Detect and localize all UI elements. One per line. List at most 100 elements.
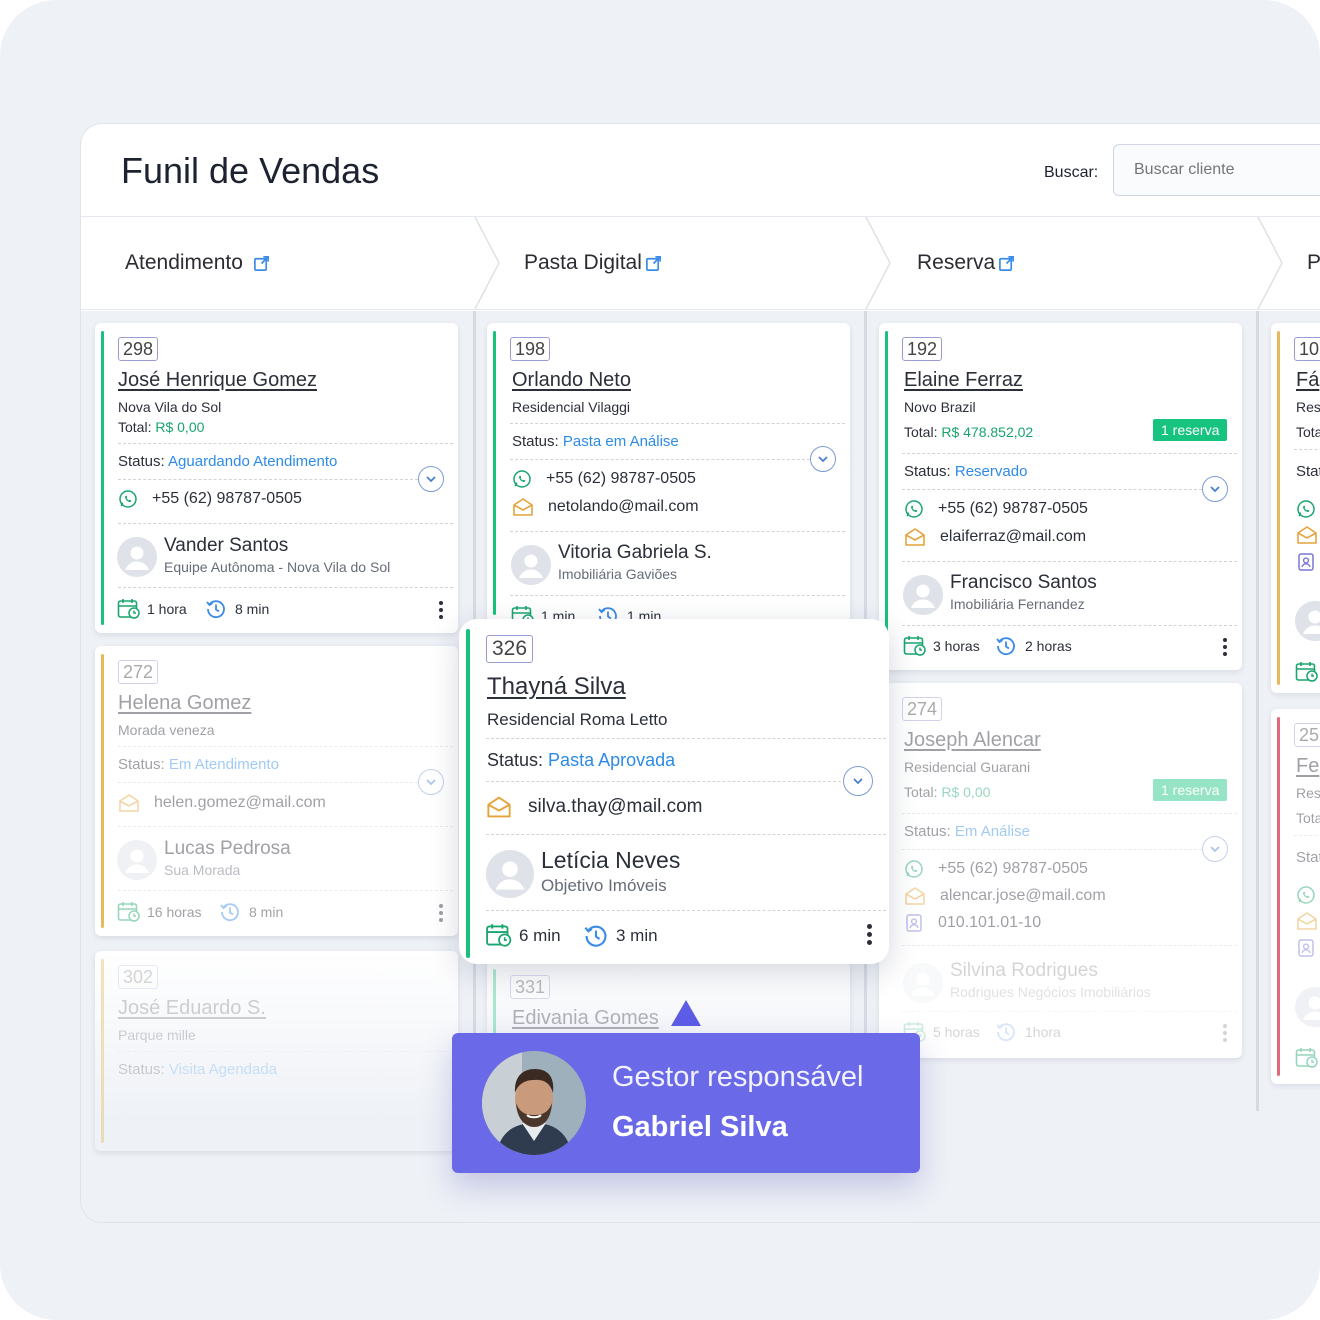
- agent-agency: Sua Morada: [164, 862, 241, 878]
- divider: [902, 561, 1237, 562]
- external-link-icon[interactable]: [645, 255, 662, 272]
- stage-reserva[interactable]: Reserva: [917, 217, 1015, 309]
- divider: [118, 1051, 453, 1052]
- lead-name-link[interactable]: Edivania Gomes: [512, 1007, 659, 1030]
- lead-card[interactable]: 10 Fá Res Tota Stat: [1271, 323, 1320, 693]
- agent-agency: Objetivo Imóveis: [541, 876, 667, 895]
- lead-phone[interactable]: +55 (62) 98787-0505: [512, 469, 696, 489]
- lead-email[interactable]: silva.thay@mail.com: [486, 795, 703, 819]
- lead-card[interactable]: 198 Orlando Neto Residencial Vilaggi Sta…: [487, 323, 850, 623]
- status-value: Visita Agendada: [168, 1061, 278, 1078]
- lead-status: Status: Pasta Aprovada: [487, 750, 675, 771]
- divider: [486, 781, 841, 782]
- lead-name-link[interactable]: Helena Gomez: [118, 692, 251, 715]
- lead-number: 331: [510, 975, 551, 999]
- lead-name-link[interactable]: José Henrique Gomez: [118, 369, 317, 392]
- stage-next[interactable]: P: [1307, 217, 1320, 309]
- lead-name-link[interactable]: Thayná Silva: [487, 673, 626, 701]
- status-label: Status:: [118, 756, 165, 773]
- lead-number: 192: [902, 337, 943, 361]
- external-link-icon[interactable]: [998, 255, 1015, 272]
- lead-address: Res: [1296, 785, 1320, 801]
- divider: [118, 443, 453, 444]
- lead-card[interactable]: 298 José Henrique Gomez Nova Vila do Sol…: [95, 323, 458, 633]
- lead-status: Stat: [1296, 463, 1320, 480]
- lead-card[interactable]: 25 Fe Res Tota Stat: [1271, 709, 1320, 1084]
- card-content-faded: 272 Helena Gomez Morada veneza Status: E…: [95, 646, 458, 936]
- expand-button[interactable]: [1202, 476, 1228, 502]
- manager-name: Gabriel Silva: [612, 1111, 788, 1143]
- more-options-icon[interactable]: [1223, 1024, 1227, 1045]
- divider: [486, 910, 886, 911]
- lead-address: Parque mille: [118, 1027, 196, 1043]
- lead-card[interactable]: 192 Elaine Ferraz Novo Brazil Total: R$ …: [879, 323, 1242, 670]
- lead-address: Res: [1296, 399, 1320, 415]
- lead-name-link[interactable]: Fá: [1296, 369, 1319, 392]
- email-text: helen.gomez@mail.com: [154, 794, 326, 811]
- mail-icon: [486, 795, 512, 819]
- agent-agency: Rodrigues Negócios Imobiliários: [950, 984, 1151, 1000]
- more-options-icon[interactable]: [867, 924, 872, 948]
- lead-card[interactable]: 274 Joseph Alencar Residencial Guarani T…: [879, 683, 1242, 1058]
- search-input[interactable]: [1113, 144, 1320, 196]
- agent-name: Lucas Pedrosa: [164, 838, 291, 859]
- responsible-agent: Letícia Neves Objetivo Imóveis: [541, 847, 680, 896]
- lead-status: Stat: [1296, 849, 1320, 866]
- expand-button[interactable]: [843, 766, 873, 796]
- last-update-time: 1hora: [995, 1021, 1061, 1043]
- stage-pasta-digital[interactable]: Pasta Digital: [524, 217, 662, 309]
- expand-button[interactable]: [810, 446, 836, 472]
- chevron-down-icon: [424, 775, 438, 789]
- lead-name-link[interactable]: Fe: [1296, 755, 1319, 778]
- lead-total: Total: R$ 478.852,02: [904, 424, 1033, 440]
- expand-button[interactable]: [418, 769, 444, 795]
- status-value: Aguardando Atendimento: [168, 453, 338, 470]
- lead-phone[interactable]: +55 (62) 98787-0505: [118, 489, 302, 509]
- created-time: 16 horas: [117, 901, 201, 923]
- expand-button[interactable]: [418, 466, 444, 492]
- agent-name: Francisco Santos: [950, 572, 1097, 593]
- calendar-clock-icon: [117, 901, 141, 923]
- time-text: 2 horas: [1025, 638, 1072, 654]
- divider: [510, 459, 810, 460]
- agent-name: Letícia Neves: [541, 847, 681, 873]
- stage-atendimento[interactable]: Atendimento: [125, 217, 270, 309]
- lead-email[interactable]: helen.gomez@mail.com: [118, 793, 326, 813]
- last-update-time: 8 min: [219, 901, 283, 923]
- lead-phone[interactable]: +55 (62) 98787-0505: [904, 499, 1088, 519]
- lead-name-link[interactable]: Orlando Neto: [512, 369, 631, 392]
- external-link-icon[interactable]: [253, 255, 270, 272]
- more-options-icon[interactable]: [439, 904, 443, 925]
- lead-email[interactable]: elaiferraz@mail.com: [904, 527, 1086, 547]
- divider: [902, 1011, 1237, 1012]
- status-label: Status:: [512, 433, 559, 450]
- lead-total: Tota: [1296, 424, 1320, 440]
- status-label: Status:: [904, 463, 951, 480]
- stage-divider-chevron: [474, 217, 500, 309]
- avatar: [117, 537, 157, 577]
- divider: [118, 890, 453, 891]
- id-card-icon: [1296, 938, 1316, 958]
- lead-number: 326: [486, 635, 534, 663]
- manager-photo: [482, 1051, 586, 1155]
- mail-icon: [512, 497, 534, 517]
- divider: [510, 531, 845, 532]
- divider: [118, 746, 453, 747]
- time-text: 5 horas: [933, 1024, 980, 1040]
- stage-label: P: [1307, 251, 1320, 274]
- lead-card[interactable]: 302 José Eduardo S. Parque mille Status:…: [95, 951, 458, 1151]
- lead-card[interactable]: 272 Helena Gomez Morada veneza Status: E…: [95, 646, 458, 936]
- divider: [118, 782, 418, 783]
- featured-lead-card[interactable]: 326 Thayná Silva Residencial Roma Letto …: [459, 619, 889, 964]
- email-text: elaiferraz@mail.com: [940, 528, 1087, 545]
- lead-email[interactable]: netolando@mail.com: [512, 497, 699, 517]
- lead-name-link[interactable]: Elaine Ferraz: [904, 369, 1023, 392]
- lead-name-link[interactable]: José Eduardo S.: [118, 997, 266, 1020]
- time-text: 16 horas: [147, 904, 202, 920]
- time-text: 6 min: [519, 925, 561, 945]
- lead-number: 302: [118, 965, 159, 989]
- more-options-icon[interactable]: [1223, 638, 1227, 659]
- card-content-faded: 25 Fe Res Tota Stat: [1271, 709, 1320, 1084]
- calendar-clock-icon: [1295, 1047, 1319, 1069]
- more-options-icon[interactable]: [439, 601, 443, 622]
